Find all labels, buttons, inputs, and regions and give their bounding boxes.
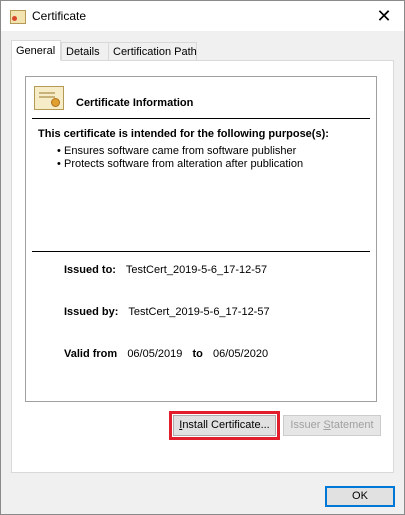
divider — [32, 251, 370, 252]
certificate-info-heading: Certificate Information — [76, 97, 194, 109]
close-icon[interactable]: ✕ — [364, 1, 404, 31]
issued-to-value: TestCert_2019-5-6_17-12-57 — [125, 264, 268, 276]
divider — [32, 118, 370, 119]
window-title: Certificate — [32, 9, 87, 23]
bullet-icon: • — [57, 145, 61, 157]
issued-by-value: TestCert_2019-5-6_17-12-57 — [128, 306, 270, 318]
valid-from-value: 06/05/2019 — [127, 348, 183, 360]
general-tab-panel: Certificate Information This certificate… — [11, 60, 394, 473]
purpose-list: • Ensures software came from software pub… — [57, 145, 303, 171]
tab-certification-path[interactable]: Certification Path — [108, 42, 197, 60]
certificate-dialog: Certificate ✕ General Details Certificat… — [0, 0, 405, 515]
install-certificate-button[interactable]: Install Certificate... — [169, 411, 280, 440]
valid-to-label: to — [192, 348, 203, 360]
purpose-heading: This certificate is intended for the fol… — [38, 128, 329, 140]
issued-by-row: Issued by: TestCert_2019-5-6_17-12-57 — [64, 306, 270, 318]
valid-to-value: 06/05/2020 — [213, 348, 269, 360]
issued-by-label: Issued by: — [64, 306, 119, 318]
validity-row: Valid from 06/05/2019 to 06/05/2020 — [64, 348, 268, 360]
list-item: • Ensures software came from software pub… — [57, 145, 303, 158]
ok-button[interactable]: OK — [325, 486, 395, 507]
list-item: • Protects software from alteration after… — [57, 158, 303, 171]
issued-to-row: Issued to: TestCert_2019-5-6_17-12-57 — [64, 264, 267, 276]
tab-details[interactable]: Details — [61, 42, 109, 60]
certificate-icon — [10, 10, 26, 24]
purpose-text: Ensures software came from software publ… — [64, 145, 297, 157]
valid-from-label: Valid from — [64, 348, 118, 360]
title-bar: Certificate ✕ — [1, 1, 404, 31]
certificate-icon — [34, 86, 64, 110]
tab-general[interactable]: General — [11, 40, 61, 61]
issued-to-label: Issued to: — [64, 264, 116, 276]
bullet-icon: • — [57, 158, 61, 170]
purpose-text: Protects software from alteration after … — [64, 158, 304, 170]
certificate-info-box: Certificate Information This certificate… — [25, 76, 377, 402]
issuer-statement-button[interactable]: Issuer Statement — [283, 415, 381, 436]
